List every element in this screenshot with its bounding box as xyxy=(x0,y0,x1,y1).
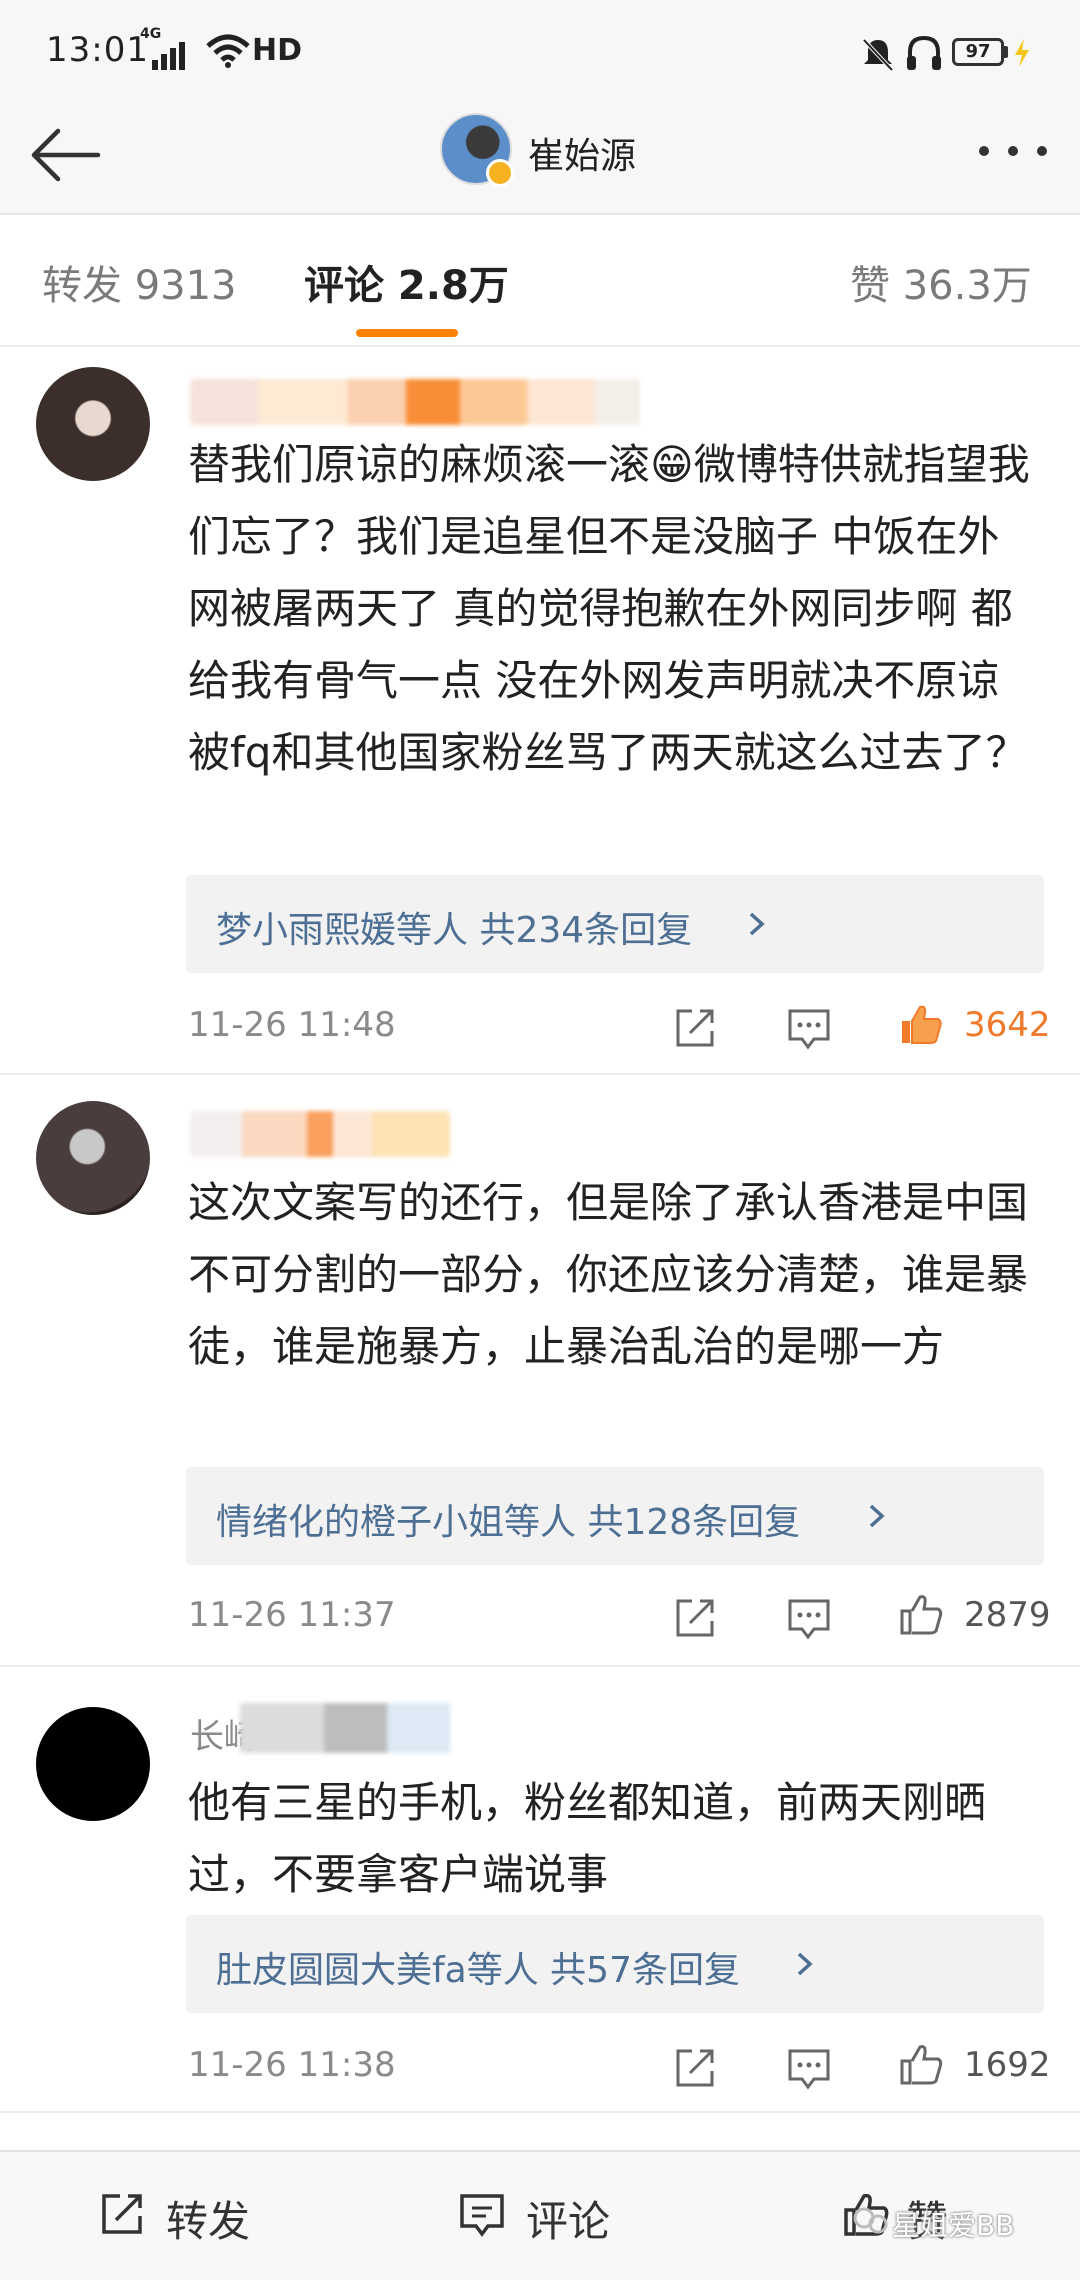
chevron-right-icon xyxy=(869,1504,885,1528)
share-icon[interactable] xyxy=(672,1595,718,1641)
reply-summary[interactable]: 情绪化的橙子小姐等人 共128条回复 xyxy=(216,1493,800,1545)
author-name[interactable]: 崔始源 xyxy=(528,127,636,179)
comment-time: 11-26 11:37 xyxy=(188,1595,396,1635)
comment-icon[interactable] xyxy=(458,2190,506,2238)
charging-icon xyxy=(1015,39,1029,67)
chevron-right-icon xyxy=(749,912,765,936)
comment-item: 替我们原谅的麻烦滚一滚😁微博特供就指望我们忘了？我们是追星但不是没脑子 中饭在外… xyxy=(0,349,1080,1075)
tab-repost[interactable]: 转发 9313 xyxy=(42,253,237,311)
back-arrow-icon[interactable] xyxy=(28,123,104,187)
comment-item: 这次文案写的还行，但是除了承认香港是中国不可分割的一部分，你还应该分清楚，谁是暴… xyxy=(0,1077,1080,1667)
commenter-name-blurred[interactable] xyxy=(240,1703,450,1753)
headset-icon xyxy=(907,35,941,70)
battery-tip xyxy=(1004,46,1008,58)
commenter-name-blurred[interactable] xyxy=(190,1111,450,1157)
watermark-text: 星姐爱BB xyxy=(892,2209,1015,2242)
commenter-name-blurred[interactable] xyxy=(190,379,640,425)
comment-text: 这次文案写的还行，但是除了承认香港是中国不可分割的一部分，你还应该分清楚，谁是暴… xyxy=(188,1178,1029,1371)
share-icon[interactable] xyxy=(672,2045,718,2091)
signal-icon xyxy=(152,42,185,70)
commenter-avatar[interactable] xyxy=(36,367,150,481)
status-bar: 13:01 4G HD 97 xyxy=(0,0,1080,105)
active-tab-indicator xyxy=(356,329,458,337)
more-options-icon[interactable] xyxy=(976,143,1050,159)
bottom-action-bar: 转发 评论 赞 星姐爱BB xyxy=(0,2150,1080,2280)
reply-summary-box[interactable]: 肚皮圆圆大美fa等人 共57条回复 xyxy=(186,1915,1044,2013)
comment-item: 长崎 他有三星的手机，粉丝都知道，前两天刚晒过，不要拿客户端说事 肚皮圆圆大美f… xyxy=(0,1669,1080,2113)
comment-text: 他有三星的手机，粉丝都知道，前两天刚晒过，不要拿客户端说事 xyxy=(188,1778,987,1899)
reply-summary-box[interactable]: 情绪化的橙子小姐等人 共128条回复 xyxy=(186,1467,1044,1565)
chevron-right-icon xyxy=(797,1952,813,1976)
notification-mute-icon xyxy=(862,38,894,72)
tab-comment[interactable]: 评论 2.8万 xyxy=(304,253,509,311)
like-count: 2879 xyxy=(964,1595,1051,1635)
tab-like[interactable]: 赞 36.3万 xyxy=(850,253,1032,311)
status-time: 13:01 xyxy=(46,30,149,70)
reply-summary-box[interactable]: 梦小雨熙媛等人 共234条回复 xyxy=(186,875,1044,973)
battery-indicator: 97 xyxy=(952,38,1004,66)
like-thumb-icon[interactable] xyxy=(898,1591,944,1637)
reply-summary[interactable]: 梦小雨熙媛等人 共234条回复 xyxy=(216,901,692,953)
comment-button[interactable]: 评论 xyxy=(526,2188,610,2249)
share-icon[interactable] xyxy=(672,1005,718,1051)
comment-text: 替我们原谅的麻烦滚一滚😁微博特供就指望我们忘了？我们是追星但不是没脑子 中饭在外… xyxy=(188,440,1030,777)
repost-icon[interactable] xyxy=(98,2190,146,2238)
top-navigation-bar: 崔始源 xyxy=(0,105,1080,215)
comment-time: 11-26 11:38 xyxy=(188,2045,396,2085)
repost-button[interactable]: 转发 xyxy=(166,2188,250,2249)
like-count: 3642 xyxy=(964,1005,1051,1045)
like-thumb-icon[interactable] xyxy=(898,1001,944,1047)
verified-badge-icon xyxy=(486,159,514,187)
like-count: 1692 xyxy=(964,2045,1051,2085)
watermark-logo-icon xyxy=(853,2207,888,2234)
wifi-icon xyxy=(206,34,250,68)
comment-icon[interactable] xyxy=(786,1595,832,1641)
commenter-avatar[interactable] xyxy=(36,1707,150,1821)
comment-icon[interactable] xyxy=(786,1005,832,1051)
comment-time: 11-26 11:48 xyxy=(188,1005,396,1045)
post-stats-tabs: 转发 9313 评论 2.8万 赞 36.3万 xyxy=(0,217,1080,347)
comment-icon[interactable] xyxy=(786,2045,832,2091)
like-thumb-icon[interactable] xyxy=(898,2041,944,2087)
hd-indicator: HD xyxy=(252,33,303,68)
commenter-avatar[interactable] xyxy=(36,1101,150,1215)
reply-summary[interactable]: 肚皮圆圆大美fa等人 共57条回复 xyxy=(216,1941,740,1993)
